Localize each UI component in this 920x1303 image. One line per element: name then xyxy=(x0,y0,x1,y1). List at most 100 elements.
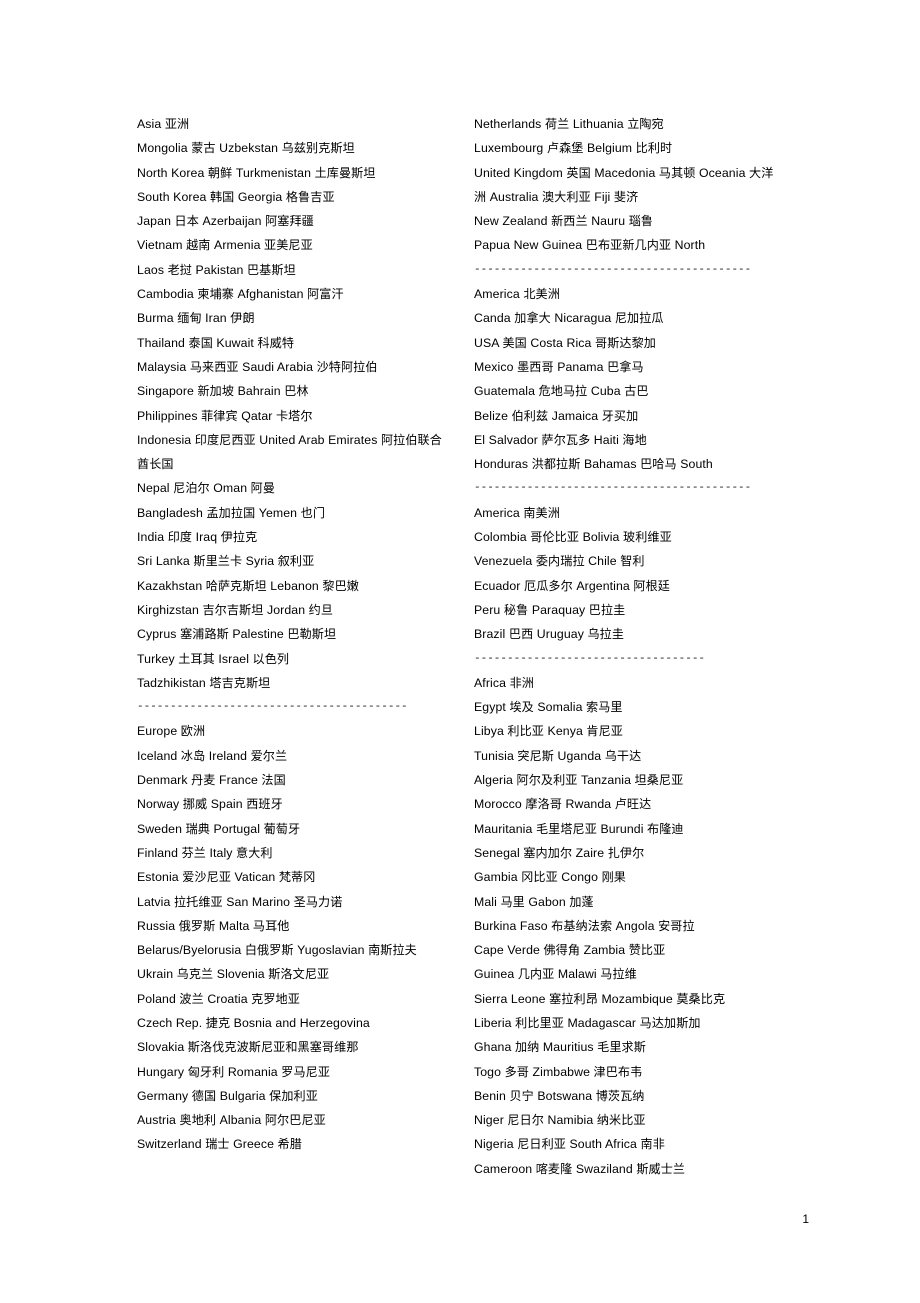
chinese-text: 埃及 xyxy=(509,700,534,715)
chinese-text: 巴勒斯坦 xyxy=(287,627,337,642)
english-text: Oceania xyxy=(695,165,750,180)
english-text: Singapore xyxy=(137,384,198,399)
chinese-text: 摩洛哥 xyxy=(525,797,562,812)
english-text: Uruguay xyxy=(533,627,588,642)
country-entry-line: Indonesia 印度尼西亚 United Arab Emirates 阿拉伯… xyxy=(137,428,447,477)
chinese-text: 巴拿马 xyxy=(607,359,644,374)
chinese-text: 纳米比亚 xyxy=(596,1113,646,1128)
chinese-text: 土耳其 xyxy=(178,651,215,666)
english-text: Hungary xyxy=(137,1064,188,1079)
english-text: South Korea xyxy=(137,189,210,204)
chinese-text: 阿尔及利亚 xyxy=(516,773,578,788)
chinese-text: 加纳 xyxy=(514,1040,540,1055)
country-entry-line: Tadzhikistan 塔吉克斯坦 xyxy=(137,671,447,695)
english-text: Albania xyxy=(216,1113,265,1128)
english-text: Africa xyxy=(474,675,510,690)
english-text: Guinea xyxy=(474,967,518,982)
chinese-text: 乌克兰 xyxy=(176,967,214,982)
chinese-text: 哥伦比亚 xyxy=(530,530,580,545)
country-entry-line: Canda 加拿大 Nicaragua 尼加拉瓜 xyxy=(474,306,784,330)
english-text: Romania xyxy=(224,1064,282,1079)
chinese-text: 卢旺达 xyxy=(614,797,652,812)
english-text: Cape Verde xyxy=(474,943,544,958)
english-text: Qatar xyxy=(237,408,276,423)
english-text: Colombia xyxy=(474,530,531,545)
chinese-text: 沙特阿拉伯 xyxy=(316,359,378,374)
english-text: Haiti xyxy=(590,432,623,447)
country-entry-line: Brazil 巴西 Uruguay 乌拉圭 xyxy=(474,622,784,646)
english-text: Tanzania xyxy=(577,773,635,788)
english-text: Yemen xyxy=(255,505,301,520)
english-text: Ireland xyxy=(205,748,251,763)
chinese-text: 巴拉圭 xyxy=(588,602,626,617)
chinese-text: 挪威 xyxy=(182,797,208,812)
chinese-text: 秘鲁 xyxy=(503,602,529,617)
english-text: Malawi xyxy=(554,967,601,982)
english-text: Laos xyxy=(137,262,168,277)
chinese-text: 伯利兹 xyxy=(511,408,549,423)
english-text: San Marino xyxy=(222,894,294,909)
english-text: Asia xyxy=(137,117,165,131)
chinese-text: 突尼斯 xyxy=(517,748,554,763)
country-entry-line: Europe 欧洲 xyxy=(137,719,447,743)
country-entry-line: Egypt 埃及 Somalia 索马里 xyxy=(474,695,784,719)
english-text: Uganda xyxy=(554,748,605,763)
country-entry-line: United Kingdom 英国 Macedonia 马其顿 Oceania … xyxy=(474,161,784,210)
chinese-text: 斐济 xyxy=(613,189,639,204)
english-text: Paraquay xyxy=(528,602,589,617)
english-text: Denmark xyxy=(137,773,192,788)
country-entry-line: Sierra Leone 塞拉利昂 Mozambique 莫桑比克 xyxy=(474,987,784,1011)
chinese-text: 法国 xyxy=(261,773,286,788)
country-entry-line: Togo 多哥 Zimbabwe 津巴布韦 xyxy=(474,1060,784,1084)
english-text: Turkmenistan xyxy=(232,165,315,180)
english-text: Madagascar xyxy=(563,1015,640,1030)
country-entry-line: Nepal 尼泊尔 Oman 阿曼 xyxy=(137,476,447,500)
country-entry-line: USA 美国 Costa Rica 哥斯达黎加 xyxy=(474,331,784,355)
chinese-text: 加蓬 xyxy=(569,894,594,909)
country-entry-line: Guinea 几内亚 Malawi 马拉维 xyxy=(474,962,784,986)
english-text: Oman xyxy=(209,481,251,496)
chinese-text: 土库曼斯坦 xyxy=(314,165,376,180)
chinese-text: 蒙古 xyxy=(191,141,216,156)
chinese-text: 马其顿 xyxy=(658,165,696,180)
chinese-text: 亚美尼亚 xyxy=(264,238,313,253)
chinese-text: 巴西 xyxy=(508,627,534,642)
chinese-text: 瑞士 xyxy=(205,1137,230,1152)
chinese-text: 卢森堡 xyxy=(546,141,584,156)
chinese-text: 古巴 xyxy=(624,384,649,399)
english-text: South Africa xyxy=(565,1137,641,1152)
chinese-text: 伊朗 xyxy=(230,311,255,326)
chinese-text: 马耳他 xyxy=(252,918,290,933)
country-entry-line: Slovakia 斯洛伐克波斯尼亚和黑塞哥维那 xyxy=(137,1035,447,1059)
country-entry-line: North Korea 朝鲜 Turkmenistan 土库曼斯坦 xyxy=(137,161,447,185)
country-entry-line: Denmark 丹麦 France 法国 xyxy=(137,768,447,792)
chinese-text: 欧洲 xyxy=(180,724,206,739)
english-text: Kenya xyxy=(544,724,587,739)
english-text: Cyprus xyxy=(137,627,181,642)
english-text: Benin xyxy=(474,1088,510,1103)
english-text: Venezuela xyxy=(474,554,536,569)
chinese-text: 北美洲 xyxy=(523,287,560,302)
english-text: Gabon xyxy=(524,894,570,909)
english-text: Nepal xyxy=(137,481,174,496)
chinese-text: 黎巴嫩 xyxy=(322,578,359,593)
english-text: Estonia xyxy=(137,870,183,885)
english-text: Yugoslavian xyxy=(293,943,369,958)
chinese-text: 西班牙 xyxy=(246,797,283,812)
english-text: Mauritania xyxy=(474,821,536,836)
chinese-text: 梵蒂冈 xyxy=(278,870,316,885)
english-text: Swaziland xyxy=(572,1161,637,1176)
chinese-text: 也门 xyxy=(300,505,326,520)
chinese-text: 新加坡 xyxy=(197,384,235,399)
country-entry-line: Colombia 哥伦比亚 Bolivia 玻利维亚 xyxy=(474,525,784,549)
chinese-text: 柬埔寨 xyxy=(197,287,234,302)
chinese-text: 英国 xyxy=(566,165,591,180)
chinese-text: 约旦 xyxy=(308,602,334,617)
english-text: Niger xyxy=(474,1113,508,1128)
english-text: Macedonia xyxy=(590,165,659,180)
english-text: Sri Lanka xyxy=(137,554,194,569)
english-text: Morocco xyxy=(474,797,526,812)
chinese-text: 缅甸 xyxy=(177,311,202,326)
english-text: Tunisia xyxy=(474,748,518,763)
english-text: Thailand xyxy=(137,335,189,350)
